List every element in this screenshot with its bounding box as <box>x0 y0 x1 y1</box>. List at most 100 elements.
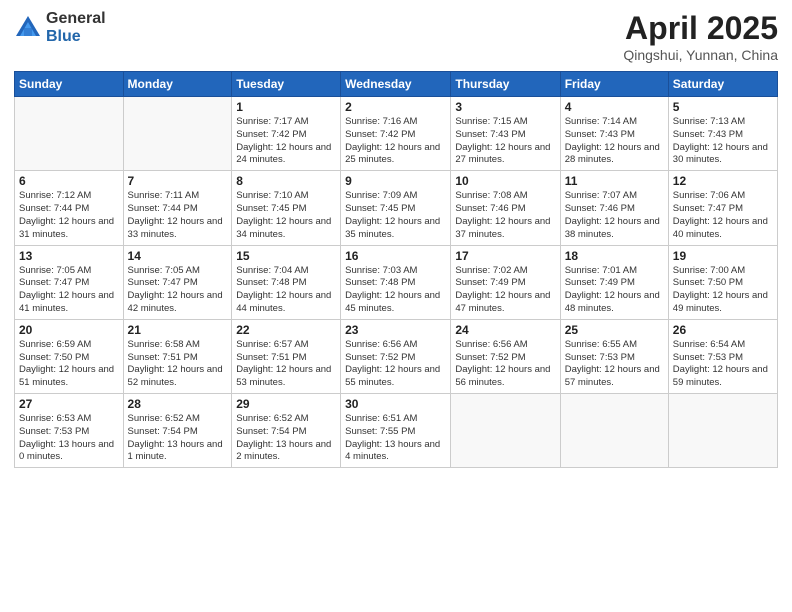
calendar-cell: 27 Sunrise: 6:53 AM Sunset: 7:53 PM Dayli… <box>15 394 124 468</box>
day-number: 18 <box>565 249 664 263</box>
header-day-tuesday: Tuesday <box>232 72 341 97</box>
calendar-cell: 19 Sunrise: 7:00 AM Sunset: 7:50 PM Dayli… <box>668 245 777 319</box>
day-number: 3 <box>455 100 555 114</box>
day-info: Sunrise: 7:09 AM Sunset: 7:45 PM Dayligh… <box>345 190 446 241</box>
day-number: 21 <box>128 323 228 337</box>
day-number: 20 <box>19 323 119 337</box>
page-container: General Blue April 2025 Qingshui, Yunnan… <box>0 0 792 478</box>
logo-blue: Blue <box>46 28 106 46</box>
day-info: Sunrise: 7:13 AM Sunset: 7:43 PM Dayligh… <box>673 116 773 167</box>
calendar-cell: 24 Sunrise: 6:56 AM Sunset: 7:52 PM Dayli… <box>451 319 560 393</box>
day-info: Sunrise: 7:01 AM Sunset: 7:49 PM Dayligh… <box>565 265 664 316</box>
header-day-sunday: Sunday <box>15 72 124 97</box>
calendar-cell: 23 Sunrise: 6:56 AM Sunset: 7:52 PM Dayli… <box>341 319 451 393</box>
week-row-3: 13 Sunrise: 7:05 AM Sunset: 7:47 PM Dayli… <box>15 245 778 319</box>
day-info: Sunrise: 7:05 AM Sunset: 7:47 PM Dayligh… <box>128 265 228 316</box>
day-number: 6 <box>19 174 119 188</box>
day-info: Sunrise: 6:54 AM Sunset: 7:53 PM Dayligh… <box>673 339 773 390</box>
day-info: Sunrise: 7:16 AM Sunset: 7:42 PM Dayligh… <box>345 116 446 167</box>
day-info: Sunrise: 7:11 AM Sunset: 7:44 PM Dayligh… <box>128 190 228 241</box>
day-number: 27 <box>19 397 119 411</box>
week-row-4: 20Sunrise: 6:59 AM Sunset: 7:50 PM Dayli… <box>15 319 778 393</box>
calendar-cell <box>15 97 124 171</box>
calendar-cell: 11 Sunrise: 7:07 AM Sunset: 7:46 PM Dayli… <box>560 171 668 245</box>
day-info: Sunrise: 7:04 AM Sunset: 7:48 PM Dayligh… <box>236 265 336 316</box>
logo-general: General <box>46 10 106 28</box>
day-info: Sunrise: 6:55 AM Sunset: 7:53 PM Dayligh… <box>565 339 664 390</box>
title-block: April 2025 Qingshui, Yunnan, China <box>623 10 778 63</box>
day-info: Sunrise: 6:56 AM Sunset: 7:52 PM Dayligh… <box>455 339 555 390</box>
week-row-5: 27 Sunrise: 6:53 AM Sunset: 7:53 PM Dayli… <box>15 394 778 468</box>
calendar-cell: 5 Sunrise: 7:13 AM Sunset: 7:43 PM Daylig… <box>668 97 777 171</box>
calendar-cell <box>451 394 560 468</box>
day-number: 13 <box>19 249 119 263</box>
calendar-body: 1 Sunrise: 7:17 AM Sunset: 7:42 PM Daylig… <box>15 97 778 468</box>
day-info: Sunrise: 6:58 AM Sunset: 7:51 PM Dayligh… <box>128 339 228 390</box>
header: General Blue April 2025 Qingshui, Yunnan… <box>14 10 778 63</box>
calendar-cell: 29 Sunrise: 6:52 AM Sunset: 7:54 PM Dayli… <box>232 394 341 468</box>
day-info: Sunrise: 6:51 AM Sunset: 7:55 PM Dayligh… <box>345 413 446 464</box>
header-day-monday: Monday <box>123 72 232 97</box>
day-info: Sunrise: 7:10 AM Sunset: 7:45 PM Dayligh… <box>236 190 336 241</box>
calendar-cell: 21 Sunrise: 6:58 AM Sunset: 7:51 PM Dayli… <box>123 319 232 393</box>
day-info: Sunrise: 7:12 AM Sunset: 7:44 PM Dayligh… <box>19 190 119 241</box>
day-number: 28 <box>128 397 228 411</box>
day-number: 24 <box>455 323 555 337</box>
calendar-cell <box>123 97 232 171</box>
calendar-cell: 1 Sunrise: 7:17 AM Sunset: 7:42 PM Daylig… <box>232 97 341 171</box>
day-number: 11 <box>565 174 664 188</box>
day-info: Sunrise: 7:00 AM Sunset: 7:50 PM Dayligh… <box>673 265 773 316</box>
calendar-cell: 14 Sunrise: 7:05 AM Sunset: 7:47 PM Dayli… <box>123 245 232 319</box>
header-row: SundayMondayTuesdayWednesdayThursdayFrid… <box>15 72 778 97</box>
day-info: Sunrise: 6:56 AM Sunset: 7:52 PM Dayligh… <box>345 339 446 390</box>
calendar-cell: 13 Sunrise: 7:05 AM Sunset: 7:47 PM Dayli… <box>15 245 124 319</box>
day-number: 2 <box>345 100 446 114</box>
calendar-cell: 16Sunrise: 7:03 AM Sunset: 7:48 PM Dayli… <box>341 245 451 319</box>
calendar-cell <box>560 394 668 468</box>
day-info: Sunrise: 7:17 AM Sunset: 7:42 PM Dayligh… <box>236 116 336 167</box>
day-info: Sunrise: 6:57 AM Sunset: 7:51 PM Dayligh… <box>236 339 336 390</box>
logo: General Blue <box>14 10 106 45</box>
calendar-cell: 6 Sunrise: 7:12 AM Sunset: 7:44 PM Daylig… <box>15 171 124 245</box>
calendar-cell: 10Sunrise: 7:08 AM Sunset: 7:46 PM Dayli… <box>451 171 560 245</box>
logo-text: General Blue <box>46 10 106 45</box>
header-day-friday: Friday <box>560 72 668 97</box>
day-number: 26 <box>673 323 773 337</box>
header-day-thursday: Thursday <box>451 72 560 97</box>
calendar-cell: 8 Sunrise: 7:10 AM Sunset: 7:45 PM Daylig… <box>232 171 341 245</box>
calendar-cell: 30Sunrise: 6:51 AM Sunset: 7:55 PM Dayli… <box>341 394 451 468</box>
day-number: 5 <box>673 100 773 114</box>
day-number: 29 <box>236 397 336 411</box>
calendar-table: SundayMondayTuesdayWednesdayThursdayFrid… <box>14 71 778 468</box>
day-number: 22 <box>236 323 336 337</box>
day-number: 4 <box>565 100 664 114</box>
day-info: Sunrise: 7:07 AM Sunset: 7:46 PM Dayligh… <box>565 190 664 241</box>
day-number: 9 <box>345 174 446 188</box>
calendar-cell: 25Sunrise: 6:55 AM Sunset: 7:53 PM Dayli… <box>560 319 668 393</box>
day-number: 1 <box>236 100 336 114</box>
day-number: 14 <box>128 249 228 263</box>
month-title: April 2025 <box>623 10 778 47</box>
day-info: Sunrise: 6:52 AM Sunset: 7:54 PM Dayligh… <box>236 413 336 464</box>
day-info: Sunrise: 6:53 AM Sunset: 7:53 PM Dayligh… <box>19 413 119 464</box>
day-info: Sunrise: 6:52 AM Sunset: 7:54 PM Dayligh… <box>128 413 228 464</box>
calendar-cell: 26 Sunrise: 6:54 AM Sunset: 7:53 PM Dayli… <box>668 319 777 393</box>
day-number: 7 <box>128 174 228 188</box>
day-info: Sunrise: 7:15 AM Sunset: 7:43 PM Dayligh… <box>455 116 555 167</box>
day-info: Sunrise: 7:02 AM Sunset: 7:49 PM Dayligh… <box>455 265 555 316</box>
day-info: Sunrise: 7:05 AM Sunset: 7:47 PM Dayligh… <box>19 265 119 316</box>
calendar-cell: 28 Sunrise: 6:52 AM Sunset: 7:54 PM Dayli… <box>123 394 232 468</box>
calendar-cell: 9 Sunrise: 7:09 AM Sunset: 7:45 PM Daylig… <box>341 171 451 245</box>
calendar-cell: 2 Sunrise: 7:16 AM Sunset: 7:42 PM Daylig… <box>341 97 451 171</box>
day-number: 19 <box>673 249 773 263</box>
calendar-cell: 4Sunrise: 7:14 AM Sunset: 7:43 PM Daylig… <box>560 97 668 171</box>
week-row-2: 6 Sunrise: 7:12 AM Sunset: 7:44 PM Daylig… <box>15 171 778 245</box>
day-number: 23 <box>345 323 446 337</box>
calendar-cell: 3 Sunrise: 7:15 AM Sunset: 7:43 PM Daylig… <box>451 97 560 171</box>
calendar-cell: 18 Sunrise: 7:01 AM Sunset: 7:49 PM Dayli… <box>560 245 668 319</box>
day-number: 16 <box>345 249 446 263</box>
calendar-cell: 15Sunrise: 7:04 AM Sunset: 7:48 PM Dayli… <box>232 245 341 319</box>
calendar-cell: 7 Sunrise: 7:11 AM Sunset: 7:44 PM Daylig… <box>123 171 232 245</box>
logo-icon <box>14 14 42 42</box>
day-number: 8 <box>236 174 336 188</box>
